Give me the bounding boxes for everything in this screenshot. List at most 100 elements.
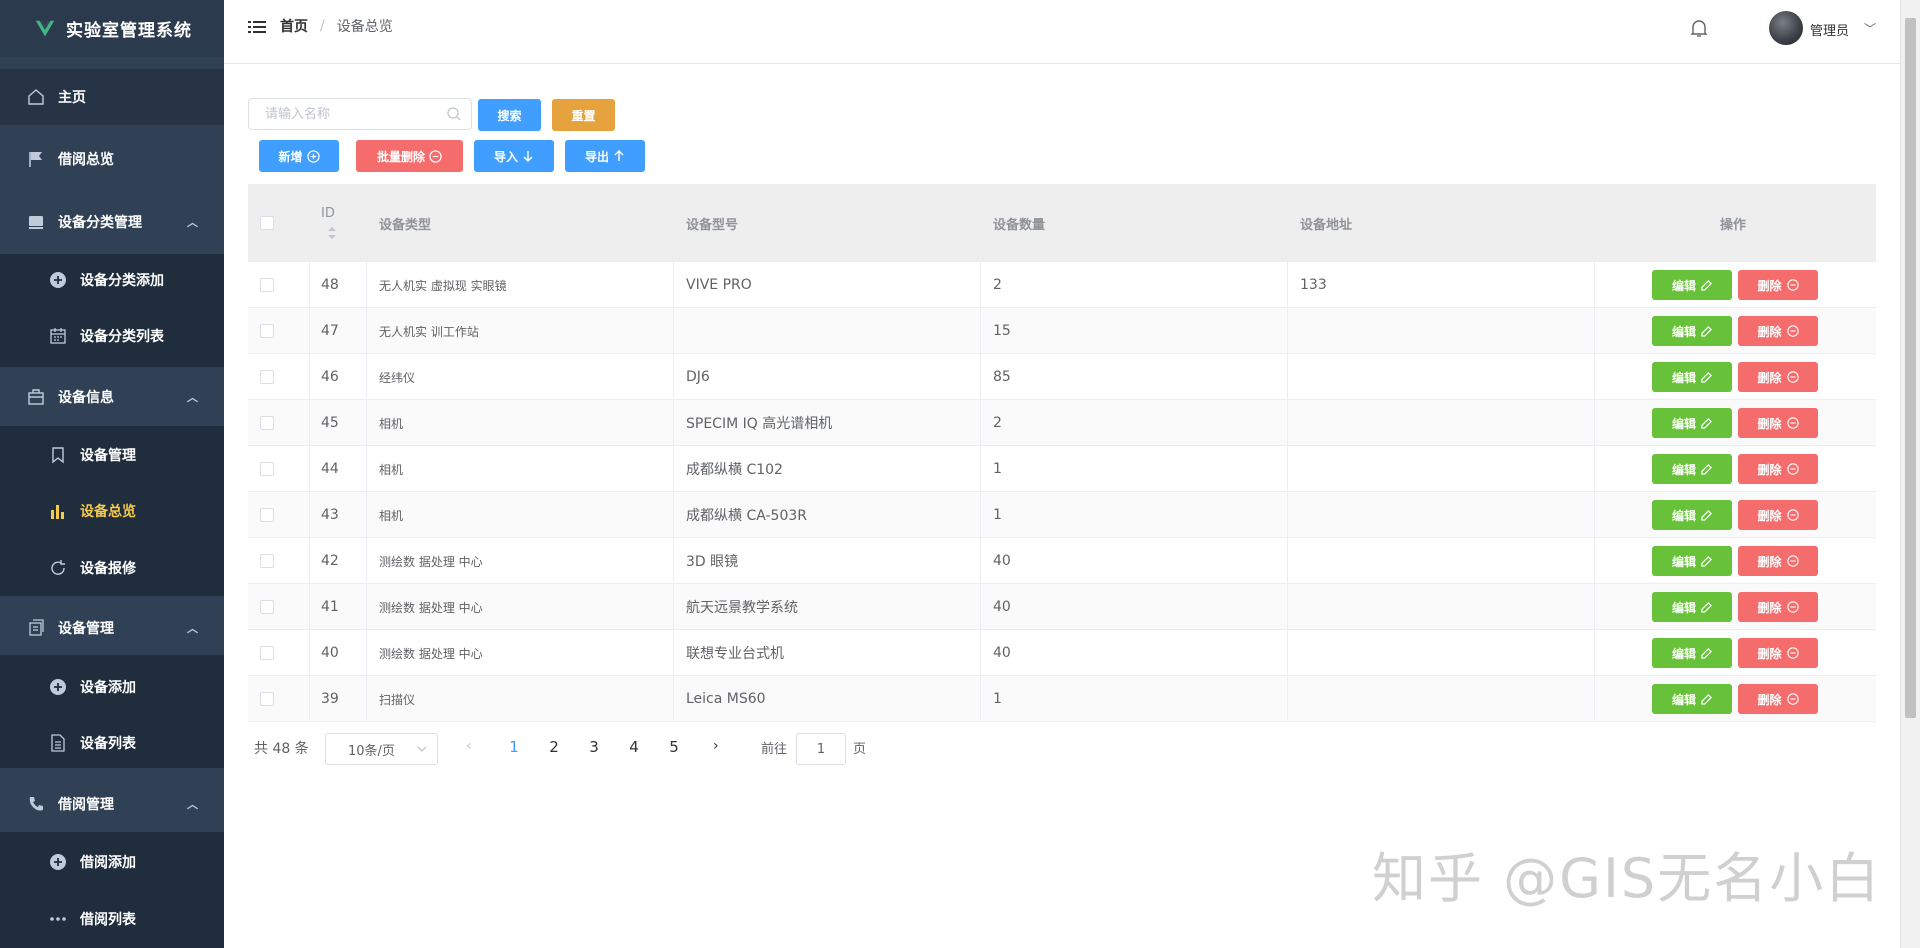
cell-id: 46 xyxy=(321,369,339,385)
scrollbar-thumb[interactable] xyxy=(1905,18,1916,718)
edit-button[interactable]: 编辑 xyxy=(1652,316,1732,346)
cell-device-type: 测绘数 据处理 中心 xyxy=(379,554,483,569)
pagination-goto-label: 前往 xyxy=(761,742,788,757)
sidebar-item-device-overview[interactable]: 设备总览 xyxy=(0,483,224,539)
row-select-cell xyxy=(260,630,274,676)
sidebar-item-label: 设备信息 xyxy=(58,390,114,406)
row-checkbox[interactable] xyxy=(260,324,274,338)
reset-button[interactable]: 重置 xyxy=(552,99,615,131)
search-button[interactable]: 搜索 xyxy=(478,99,541,131)
reset-button-label: 重置 xyxy=(571,108,596,123)
edit-button[interactable]: 编辑 xyxy=(1652,408,1732,438)
edit-button[interactable]: 编辑 xyxy=(1652,270,1732,300)
sidebar-item-device-list[interactable]: 设备列表 xyxy=(0,715,224,771)
delete-button[interactable]: 删除 xyxy=(1738,592,1818,622)
row-checkbox[interactable] xyxy=(260,554,274,568)
row-checkbox[interactable] xyxy=(260,462,274,476)
table-row: 41 测绘数 据处理 中心 航天远景教学系统 40 编辑 删除 xyxy=(248,584,1876,630)
sort-icon[interactable] xyxy=(327,225,337,241)
table-row: 42 测绘数 据处理 中心 3D 眼镜 40 编辑 删除 xyxy=(248,538,1876,584)
export-button[interactable]: 导出 xyxy=(565,140,645,172)
select-all-cell xyxy=(260,184,274,262)
edit-button[interactable]: 编辑 xyxy=(1652,684,1732,714)
sidebar-item-borrow-list[interactable]: 借阅列表 xyxy=(0,891,224,947)
delete-button[interactable]: 删除 xyxy=(1738,500,1818,530)
pagination-next-icon[interactable]: › xyxy=(713,738,719,754)
sidebar-item-device-add[interactable]: 设备添加 xyxy=(0,659,224,715)
edit-button[interactable]: 编辑 xyxy=(1652,546,1732,576)
add-button[interactable]: 新增 xyxy=(259,140,339,172)
delete-button[interactable]: 删除 xyxy=(1738,408,1818,438)
cell-device-model: SPECIM IQ 高光谱相机 xyxy=(686,416,833,432)
table-row: 44 相机 成都纵横 C102 1 编辑 删除 xyxy=(248,446,1876,492)
row-checkbox[interactable] xyxy=(260,370,274,384)
delete-button[interactable]: 删除 xyxy=(1738,454,1818,484)
chevron-down-icon[interactable]: ﹀ xyxy=(1864,20,1876,37)
row-select-cell xyxy=(260,492,274,538)
select-all-checkbox[interactable] xyxy=(260,216,274,230)
cell-id: 41 xyxy=(321,599,339,615)
pagination-page[interactable]: 3 xyxy=(584,738,604,756)
user-name[interactable]: 管理员 xyxy=(1810,20,1849,39)
delete-button[interactable]: 删除 xyxy=(1738,638,1818,668)
delete-button[interactable]: 删除 xyxy=(1738,546,1818,576)
row-checkbox[interactable] xyxy=(260,600,274,614)
page-scrollbar[interactable] xyxy=(1900,0,1920,948)
sidebar-item-device-info[interactable]: 设备信息 ︿ xyxy=(0,369,224,425)
edit-button-label: 编辑 xyxy=(1671,370,1696,385)
sidebar-item-device-manage[interactable]: 设备管理 xyxy=(0,427,224,483)
sidebar-item-device-mgmt[interactable]: 设备管理 ︿ xyxy=(0,600,224,656)
pagination-goto-input[interactable] xyxy=(796,733,846,765)
breadcrumb-home[interactable]: 首页 xyxy=(280,16,308,36)
breadcrumb-current: 设备总览 xyxy=(336,19,393,35)
column-id[interactable]: ID xyxy=(321,184,337,262)
arrow-down-icon xyxy=(522,150,534,162)
delete-button[interactable]: 删除 xyxy=(1738,684,1818,714)
sidebar-item-category-list[interactable]: 设备分类列表 xyxy=(0,308,224,364)
pagination-page[interactable]: 2 xyxy=(544,738,564,756)
sidebar-item-device-repair[interactable]: 设备报修 xyxy=(0,540,224,596)
pagination-page[interactable]: 4 xyxy=(624,738,644,756)
sidebar-item-home[interactable]: 主页 xyxy=(0,69,224,125)
page-size-select[interactable]: 10条/页 xyxy=(325,733,438,765)
minus-circle-icon xyxy=(1786,279,1799,291)
pagination-prev-icon[interactable]: ‹ xyxy=(466,738,472,754)
hamburger-icon[interactable] xyxy=(248,18,266,36)
cell-device-type: 相机 xyxy=(379,416,404,431)
edit-button[interactable]: 编辑 xyxy=(1652,638,1732,668)
edit-button[interactable]: 编辑 xyxy=(1652,454,1732,484)
delete-button[interactable]: 删除 xyxy=(1738,270,1818,300)
sidebar-item-category-mgmt[interactable]: 设备分类管理 ︿ xyxy=(0,194,224,250)
cell-id: 42 xyxy=(321,553,339,569)
pagination-page[interactable]: 1 xyxy=(504,738,524,756)
bell-icon[interactable] xyxy=(1690,18,1708,38)
sidebar-item-borrow-mgmt[interactable]: 借阅管理 ︿ xyxy=(0,776,224,832)
row-checkbox[interactable] xyxy=(260,278,274,292)
row-checkbox[interactable] xyxy=(260,646,274,660)
sidebar-item-label: 设备分类添加 xyxy=(80,273,164,289)
row-checkbox[interactable] xyxy=(260,508,274,522)
search-input[interactable] xyxy=(248,98,472,130)
edit-button[interactable]: 编辑 xyxy=(1652,500,1732,530)
sidebar-item-category-add[interactable]: 设备分类添加 xyxy=(0,252,224,308)
sidebar-item-borrow-add[interactable]: 借阅添加 xyxy=(0,834,224,890)
avatar[interactable] xyxy=(1769,11,1803,45)
pagination-page[interactable]: 5 xyxy=(664,738,684,756)
delete-button-label: 删除 xyxy=(1757,324,1782,339)
batch-delete-button[interactable]: 批量删除 xyxy=(356,140,463,172)
cell-device-qty: 2 xyxy=(993,415,1002,431)
sidebar-item-borrow-overview[interactable]: 借阅总览 xyxy=(0,131,224,187)
edit-button[interactable]: 编辑 xyxy=(1652,362,1732,392)
home-icon xyxy=(26,87,46,107)
edit-button-label: 编辑 xyxy=(1671,600,1696,615)
calendar-icon xyxy=(48,326,68,346)
cell-id: 39 xyxy=(321,691,339,707)
row-checkbox[interactable] xyxy=(260,692,274,706)
minus-circle-icon xyxy=(1786,371,1799,383)
sidebar-item-label: 设备总览 xyxy=(80,504,136,520)
edit-button[interactable]: 编辑 xyxy=(1652,592,1732,622)
delete-button[interactable]: 删除 xyxy=(1738,316,1818,346)
import-button[interactable]: 导入 xyxy=(474,140,554,172)
delete-button[interactable]: 删除 xyxy=(1738,362,1818,392)
row-checkbox[interactable] xyxy=(260,416,274,430)
